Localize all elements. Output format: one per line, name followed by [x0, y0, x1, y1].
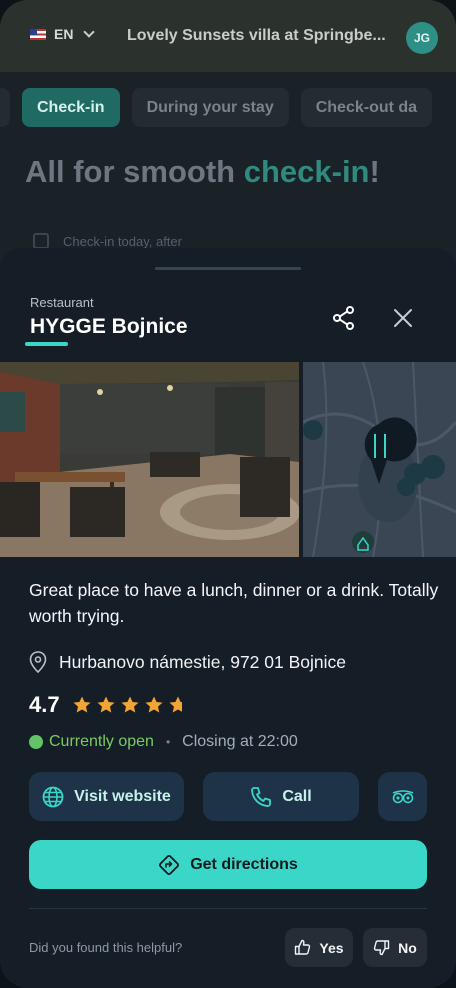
location-pin-icon	[29, 651, 47, 673]
map-image	[303, 362, 456, 557]
rating-row: 4.7	[29, 692, 188, 718]
property-title: Lovely Sunsets villa at Springbe...	[127, 27, 386, 44]
checklist-item: Check-in today, after	[33, 233, 182, 249]
place-detail-sheet: Restaurant HYGGE Bojnice Great place to …	[0, 248, 456, 988]
star-icon	[97, 696, 115, 713]
visit-website-label: Visit website	[74, 787, 171, 805]
language-selector[interactable]: EN	[30, 26, 96, 42]
tab-check-out[interactable]: Check-out da	[300, 88, 433, 127]
call-label: Call	[282, 787, 312, 805]
thumbs-down-icon	[373, 940, 390, 956]
opening-status: Currently open • Closing at 22:00	[29, 733, 298, 751]
close-button[interactable]	[390, 305, 416, 331]
helpful-no-button[interactable]: No	[363, 928, 427, 967]
open-status-dot	[29, 735, 43, 749]
tripadvisor-icon	[392, 789, 413, 803]
tab-during-stay[interactable]: During your stay	[131, 88, 289, 127]
call-button[interactable]: Call	[203, 772, 359, 821]
language-label: EN	[54, 26, 74, 42]
top-bar: EN Lovely Sunsets villa at Springbe... J…	[0, 0, 456, 72]
avatar[interactable]: JG	[406, 22, 438, 54]
star-rating	[72, 695, 188, 715]
tripadvisor-button[interactable]	[378, 772, 427, 821]
location-map[interactable]	[303, 362, 456, 557]
get-directions-label: Get directions	[190, 855, 298, 873]
tab-check-in[interactable]: Check-in	[22, 88, 120, 127]
place-description: Great place to have a lunch, dinner or a…	[29, 580, 439, 626]
heading-suffix: !	[369, 154, 380, 189]
title-underline	[25, 342, 68, 346]
drag-handle[interactable]	[155, 267, 301, 270]
directions-icon	[159, 854, 180, 875]
checkbox[interactable]	[33, 233, 49, 249]
tab-previous[interactable]	[0, 88, 10, 127]
address-row[interactable]: Hurbanovo námestie, 972 01 Bojnice	[29, 651, 346, 673]
thumbs-up-icon	[295, 939, 311, 955]
feedback-question: Did you found this helpful?	[29, 940, 183, 955]
no-label: No	[398, 939, 417, 956]
tab-bar: Check-in During your stay Check-out da	[0, 88, 433, 127]
checklist-text: Check-in today, after	[63, 233, 182, 249]
address-text: Hurbanovo námestie, 972 01 Bojnice	[59, 651, 346, 672]
restaurant-interior-image	[0, 362, 299, 557]
page-heading: All for smooth check-in!	[25, 154, 380, 190]
star-icon	[145, 696, 163, 713]
place-title: HYGGE Bojnice	[30, 315, 188, 338]
globe-icon	[42, 786, 64, 807]
star-icon	[73, 696, 91, 713]
open-status-text: Currently open	[49, 733, 154, 750]
closing-time: Closing at 22:00	[182, 733, 298, 750]
close-icon	[394, 309, 412, 327]
helpful-yes-button[interactable]: Yes	[285, 928, 353, 967]
us-flag-icon	[30, 28, 46, 40]
star-icon	[169, 696, 182, 713]
separator-dot: •	[165, 735, 171, 749]
restaurant-photo[interactable]	[0, 362, 299, 557]
share-icon	[333, 306, 354, 330]
heading-prefix: All for smooth	[25, 154, 244, 189]
chevron-down-icon	[83, 26, 96, 38]
visit-website-button[interactable]: Visit website	[29, 772, 184, 821]
yes-label: Yes	[319, 939, 344, 956]
rating-value: 4.7	[29, 692, 60, 717]
heading-accent: check-in	[243, 154, 370, 189]
place-category: Restaurant	[30, 295, 94, 310]
share-button[interactable]	[330, 304, 358, 332]
divider	[29, 908, 427, 909]
phone-icon	[251, 786, 272, 807]
get-directions-button[interactable]: Get directions	[29, 840, 427, 889]
star-icon	[121, 696, 139, 713]
